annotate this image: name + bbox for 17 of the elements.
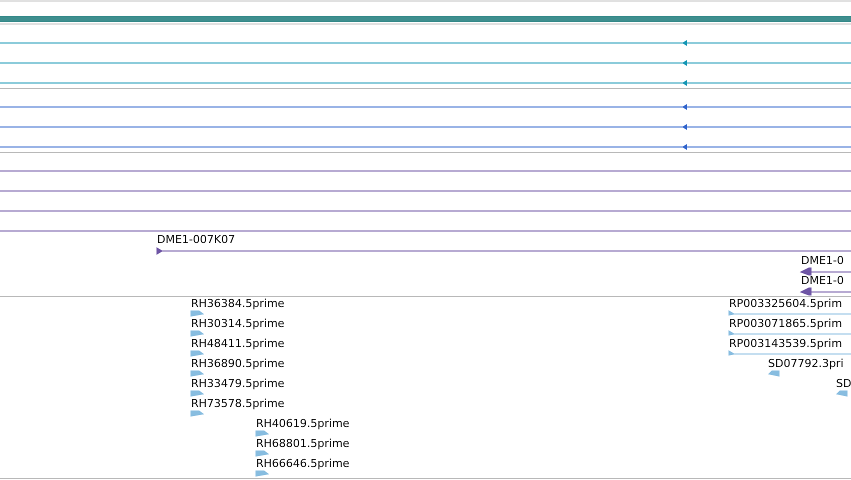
feature-label: RH40619.5prime [256,417,350,431]
feature-label: RP003143539.5prim [729,337,842,351]
feature-label: DME1-0 [801,274,844,288]
feature-label: DME1-0 [801,254,844,268]
feature-label: RH68801.5prime [256,437,350,451]
feature-label: SD07792.3pri [768,357,844,371]
feature-label: RH36384.5prime [191,297,284,311]
feature-label: RH36890.5prime [191,357,284,371]
feature-label: SD [836,377,851,391]
feature-label: RH30314.5prime [191,317,284,331]
feature-label: RP003325604.5prim [729,297,842,311]
feature-label: RH73578.5prime [191,397,284,411]
feature-label: DME1-007K07 [157,233,236,247]
feature-label: RH66646.5prime [256,457,350,471]
feature-label: RH33479.5prime [191,377,284,391]
feature-label: RH48411.5prime [191,337,284,351]
feature-label: RP003071865.5prim [729,317,842,331]
